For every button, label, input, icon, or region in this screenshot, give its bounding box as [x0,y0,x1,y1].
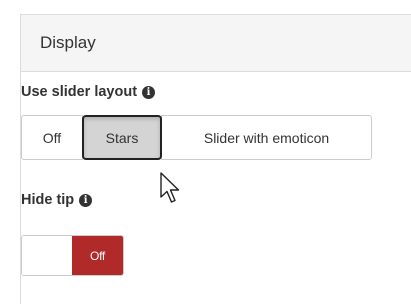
arrow-pointer-icon [160,172,180,203]
slider-layout-button-group: Off Stars Slider with emoticon [21,115,372,160]
panel-title: Display [40,33,96,52]
hide-tip-toggle[interactable]: Off [21,235,124,276]
option-slider-with-emoticon-button[interactable]: Slider with emoticon [161,115,372,160]
hide-tip-label: Hide tip i [21,192,93,208]
slider-layout-label: Use slider layout i [21,84,156,100]
toggle-handle[interactable] [22,236,72,275]
toggle-off-label: Off [72,236,123,275]
option-stars-button[interactable]: Stars [82,115,162,160]
info-circle-icon[interactable]: i [142,85,156,99]
option-off-button[interactable]: Off [21,115,83,160]
hide-tip-label-text: Hide tip [21,192,75,208]
info-circle-icon[interactable]: i [79,193,93,207]
slider-layout-label-text: Use slider layout [21,84,138,100]
panel-heading: Display [21,15,411,72]
